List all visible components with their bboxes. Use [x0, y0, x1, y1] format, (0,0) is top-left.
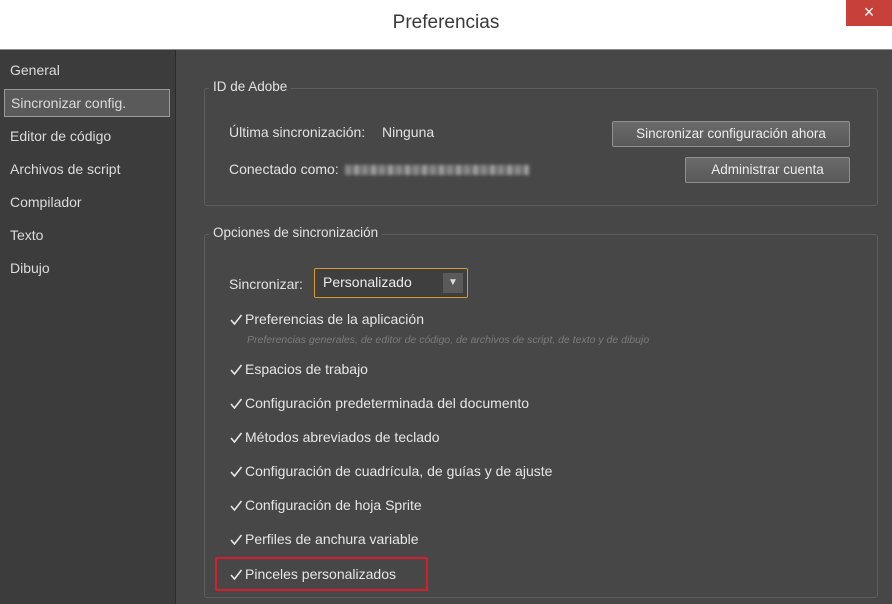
sidebar-item-archivos-de-script[interactable]: Archivos de script: [4, 155, 170, 183]
last-sync-label: Última sincronización:: [229, 124, 366, 140]
highlight-box: [215, 557, 428, 591]
checkbox-label: Perfiles de anchura variable: [245, 531, 419, 547]
close-icon: ×: [863, 2, 875, 22]
checkmark-icon: [230, 466, 243, 478]
checkmark-icon: [230, 500, 243, 512]
account-email-redacted: [345, 165, 529, 175]
checkbox-label: Configuración predeterminada del documen…: [245, 395, 530, 411]
checkmark-icon: [230, 364, 243, 376]
sidebar-item-texto[interactable]: Texto: [4, 221, 170, 249]
checkbox-label: Configuración de hoja Sprite: [245, 497, 422, 513]
checkmark-icon: [230, 534, 243, 546]
checkbox-label: Preferencias de la aplicación: [245, 311, 424, 327]
sidebar-item-compilador[interactable]: Compilador: [4, 188, 170, 216]
sync-options-legend: Opciones de sincronización: [209, 225, 383, 240]
checkmark-icon: [230, 398, 243, 410]
sidebar-item-dibujo[interactable]: Dibujo: [4, 254, 170, 282]
close-button[interactable]: ×: [846, 0, 892, 26]
app-prefs-description: Preferencias generales, de editor de cód…: [247, 334, 650, 346]
checkbox-label: Espacios de trabajo: [245, 361, 368, 377]
checkbox-label: Métodos abreviados de teclado: [245, 429, 440, 445]
checkmark-icon: [230, 432, 243, 444]
sync-label: Sincronizar:: [229, 276, 303, 292]
sync-mode-dropdown[interactable]: Personalizado ▼: [314, 268, 468, 298]
adobe-id-panel: ID de Adobe: [204, 79, 878, 206]
dropdown-arrow-icon[interactable]: ▼: [443, 273, 463, 293]
manage-account-button[interactable]: Administrar cuenta: [685, 157, 850, 183]
sidebar-item-editor-de-codigo[interactable]: Editor de código: [4, 122, 170, 150]
checkbox-label: Configuración de cuadrícula, de guías y …: [245, 463, 553, 479]
sync-mode-value: Personalizado: [323, 274, 412, 290]
last-sync-value: Ninguna: [382, 124, 435, 140]
sidebar-item-general[interactable]: General: [4, 56, 170, 84]
adobe-id-legend: ID de Adobe: [209, 79, 292, 94]
connected-as-label: Conectado como:: [229, 161, 339, 177]
sidebar: General Sincronizar config. Editor de có…: [0, 50, 176, 604]
sync-now-button[interactable]: Sincronizar configuración ahora: [612, 121, 850, 147]
title-bar: Preferencias ×: [0, 0, 892, 50]
checkmark-icon: [230, 314, 243, 326]
sidebar-item-sincronizar-config[interactable]: Sincronizar config.: [4, 89, 170, 117]
window-title: Preferencias: [392, 12, 500, 33]
